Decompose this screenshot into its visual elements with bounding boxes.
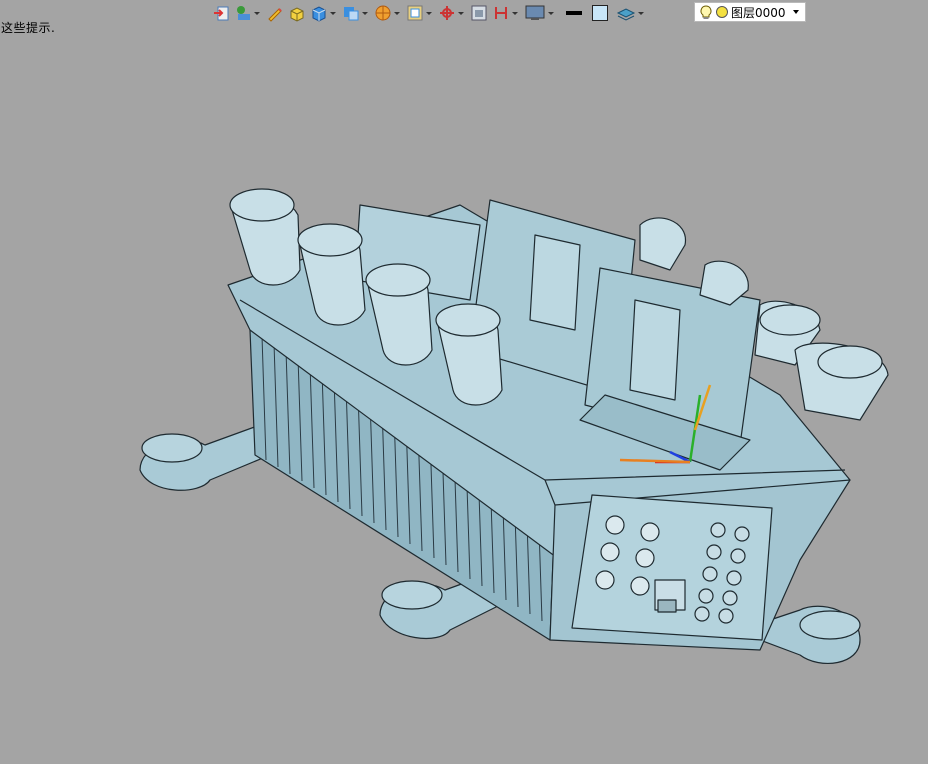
model-viewport[interactable] bbox=[0, 0, 928, 764]
connector-plate bbox=[571, 494, 773, 641]
power-switch bbox=[657, 599, 677, 613]
amplifier-model bbox=[139, 188, 889, 664]
